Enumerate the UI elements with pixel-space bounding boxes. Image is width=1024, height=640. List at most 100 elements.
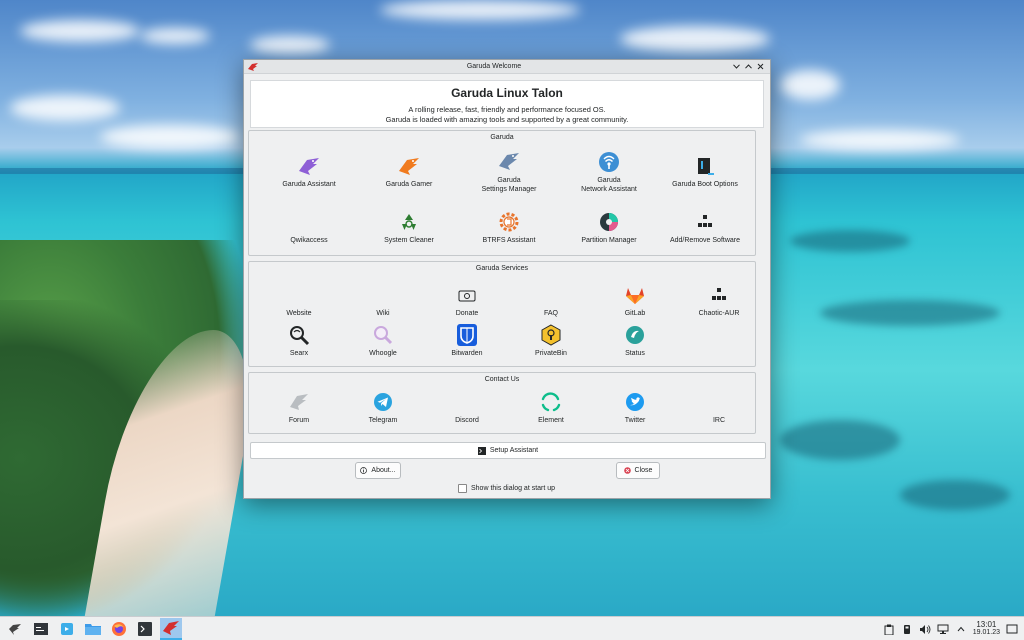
window-title: Garuda Welcome [466, 63, 522, 70]
forum-icon [290, 394, 308, 410]
usb-device-icon [903, 624, 910, 634]
application-launcher[interactable] [4, 618, 26, 640]
reef [820, 300, 1000, 326]
tray-network[interactable] [937, 623, 949, 635]
cloud [620, 26, 770, 52]
startup-checkbox-row[interactable]: Show this dialog at start up [458, 484, 555, 493]
boot-options-icon [698, 158, 714, 175]
searx-icon [290, 326, 310, 346]
garuda-assistant-icon [299, 158, 319, 175]
qwikaccess-icon [298, 211, 320, 233]
cloud [780, 70, 840, 100]
setup-assistant-button[interactable]: Setup Assistant [250, 442, 766, 459]
close-window-button[interactable] [754, 61, 766, 73]
partition-manager-button[interactable]: Partition Manager [559, 211, 659, 245]
close-circle-icon [623, 467, 631, 474]
group-garuda: Garuda Garuda Assistant Garuda Gamer Gar… [248, 130, 756, 256]
chaotic-aur-link[interactable]: Chaotic-AUR [669, 284, 769, 318]
btrfs-gear-icon [499, 212, 519, 232]
taskbar-app-terminal[interactable] [134, 618, 156, 640]
garuda-settings-manager-button[interactable]: Garuda Settings Manager [459, 151, 559, 194]
software-center-icon [61, 622, 73, 635]
taskbar-app-firefox[interactable] [108, 618, 130, 640]
dropdown-terminal-icon [34, 622, 48, 635]
cloud [20, 20, 140, 42]
launcher-icon [9, 623, 21, 635]
taskbar: 13:01 19.01.23 [0, 616, 1024, 640]
website-icon [288, 284, 310, 306]
group-garuda-services: Garuda Services Website Wiki Donate FAQ … [248, 261, 756, 367]
taskbar-app-software[interactable] [56, 618, 78, 640]
faq-icon [540, 284, 562, 306]
clock-date: 19.01.23 [972, 629, 1000, 636]
garuda-logo-icon [248, 62, 258, 71]
garuda-boot-options-button[interactable]: Garuda Boot Options [655, 155, 755, 189]
taskbar-app-garuda-welcome[interactable] [160, 617, 182, 640]
chaotic-aur-icon [712, 288, 726, 300]
garuda-network-assistant-button[interactable]: Garuda Network Assistant [559, 151, 659, 194]
add-remove-software-button[interactable]: Add/Remove Software [655, 211, 755, 245]
subtitle-line-2: Garuda is loaded with amazing tools and … [385, 115, 629, 124]
network-icon [599, 152, 619, 172]
chevron-up-icon [957, 626, 965, 632]
gitlab-icon [626, 288, 644, 304]
status-icon [626, 326, 644, 344]
irc-icon [708, 391, 730, 413]
garuda-welcome-icon [163, 620, 179, 635]
system-tray: 13:01 19.01.23 [883, 617, 1018, 640]
titlebar[interactable]: Garuda Welcome [244, 60, 770, 74]
taskbar-app-terminal-dropdown[interactable] [30, 618, 52, 640]
show-desktop-button[interactable] [1006, 623, 1018, 635]
whoogle-icon [374, 326, 393, 345]
tray-expand[interactable] [955, 623, 967, 635]
clock-time: 13:01 [976, 620, 997, 629]
cloud [800, 130, 960, 150]
tray-volume[interactable] [919, 623, 931, 635]
reef [780, 420, 900, 460]
clock[interactable]: 13:01 19.01.23 [973, 621, 1000, 637]
taskbar-app-files[interactable] [82, 618, 104, 640]
welcome-header: Garuda Linux Talon A rolling release, fa… [250, 80, 764, 128]
group-contact-us: Contact Us Forum Telegram Discord Elemen… [248, 372, 756, 434]
element-icon [541, 392, 561, 412]
chevron-down-icon [732, 64, 740, 69]
qwikaccess-button[interactable]: Qwikaccess [259, 211, 359, 245]
network-wired-icon [937, 624, 949, 634]
garuda-assistant-button[interactable]: Garuda Assistant [259, 155, 359, 189]
close-icon [757, 63, 763, 70]
page-title: Garuda Linux Talon [451, 86, 563, 100]
show-desktop-icon [1006, 624, 1018, 634]
garuda-gamer-icon [399, 158, 419, 175]
maximize-button[interactable] [742, 61, 754, 73]
reef [790, 230, 910, 252]
cloud [100, 125, 240, 149]
irc-link[interactable]: IRC [669, 391, 769, 425]
reef [900, 480, 1010, 510]
group-title: Garuda [490, 134, 514, 141]
btrfs-assistant-button[interactable]: BTRFS Assistant [459, 211, 559, 245]
garuda-gamer-button[interactable]: Garuda Gamer [359, 155, 459, 189]
terminal-icon [477, 446, 486, 455]
tray-clipboard[interactable] [883, 623, 895, 635]
privatebin-icon [541, 324, 561, 346]
clipboard-icon [884, 624, 894, 635]
bitwarden-icon [457, 324, 477, 346]
volume-icon [919, 624, 931, 634]
cloud [250, 36, 330, 54]
close-button[interactable]: Close [616, 462, 660, 479]
system-cleaner-button[interactable]: System Cleaner [359, 211, 459, 245]
tray-devices[interactable] [901, 623, 913, 635]
info-icon [360, 467, 368, 474]
cloud [10, 95, 120, 121]
startup-checkbox[interactable] [458, 484, 467, 493]
garuda-settings-icon [499, 153, 519, 170]
folder-icon [85, 623, 101, 635]
about-button[interactable]: About... [355, 462, 401, 479]
partition-icon [600, 213, 618, 231]
minimize-button[interactable] [730, 61, 742, 73]
garuda-welcome-window: Garuda Welcome Garuda Linux Talon A roll… [243, 59, 771, 499]
firefox-icon [112, 621, 126, 636]
status-link[interactable]: Status [585, 324, 685, 358]
terminal-icon [138, 621, 152, 636]
discord-icon [456, 391, 478, 413]
